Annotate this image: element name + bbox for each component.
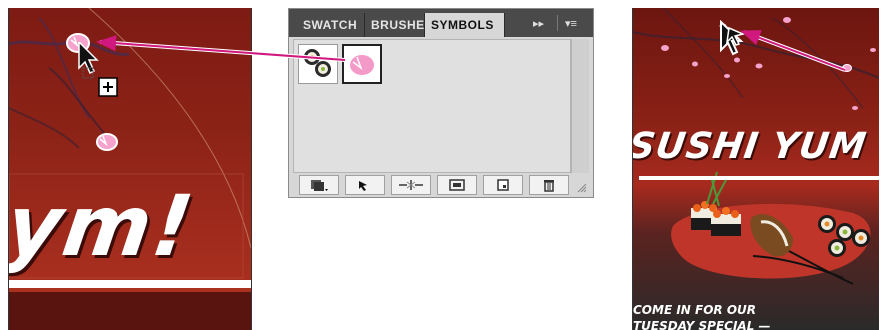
headline-text: ym! (8, 177, 201, 275)
footer-bar (9, 292, 251, 330)
break-link-button[interactable] (391, 175, 431, 195)
scrollbar[interactable] (571, 39, 589, 173)
tab-swatches[interactable]: SWATCH (297, 13, 365, 37)
tab-separator (557, 15, 558, 31)
panel-menu-icon[interactable]: ▾≡ (565, 17, 577, 30)
new-icon (497, 179, 509, 191)
panel-tab-bar: SWATCH BRUSHES SYMBOLS ▸▸ ▾≡ (289, 9, 593, 37)
divider-line (639, 176, 879, 180)
new-symbol-button[interactable] (483, 175, 523, 195)
library-icon (311, 180, 328, 191)
symbol-swatch-blossom[interactable] (342, 44, 382, 84)
promo-line-2: TUESDAY SPECIAL — (633, 319, 771, 330)
artboard-right: SUSHI YUM COME IN FOR OUR TUESDAY SPECIA… (632, 8, 879, 330)
symbol-swatch-sushi[interactable] (298, 44, 338, 84)
resize-grip-icon[interactable] (577, 183, 587, 193)
divider-bar (9, 280, 251, 288)
promo-line-1: COME IN FOR OUR (633, 303, 757, 317)
options-icon (449, 179, 465, 191)
tab-brushes[interactable]: BRUSHES (365, 13, 425, 37)
symbol-libraries-menu-button[interactable] (299, 175, 339, 195)
arrow-cursor-icon (720, 20, 746, 56)
symbol-options-button[interactable] (437, 175, 477, 195)
blossom-petal-icon[interactable] (93, 128, 121, 156)
collapse-panel-icon[interactable]: ▸▸ (533, 17, 544, 30)
break-link-icon (399, 180, 423, 190)
cursor-with-plus-icon (78, 42, 118, 97)
symbols-list (293, 39, 571, 173)
panel-toolbar (293, 175, 589, 195)
place-arrow-icon (359, 181, 367, 191)
tab-symbols[interactable]: SYMBOLS (425, 13, 505, 37)
blossom-petal-icon (348, 53, 376, 77)
sushi-yum-title: SUSHI YUM (632, 126, 870, 167)
place-symbol-instance-button[interactable] (345, 175, 385, 195)
trash-icon (544, 180, 554, 192)
symbols-panel: SWATCH BRUSHES SYMBOLS ▸▸ ▾≡ (288, 8, 594, 198)
sushi-roll-icon (304, 49, 331, 77)
artboard-left: ym! (8, 8, 252, 330)
delete-symbol-button[interactable] (529, 175, 569, 195)
